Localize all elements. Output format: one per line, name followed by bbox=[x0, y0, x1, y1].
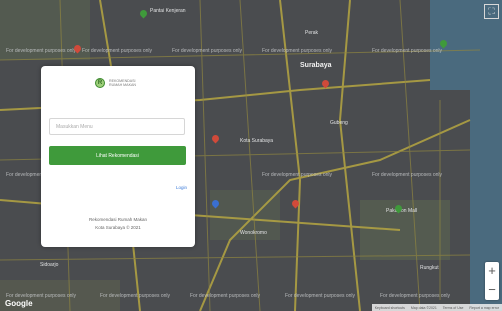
watermark-text: For development purposes only bbox=[262, 48, 333, 54]
zoom-out-button[interactable]: − bbox=[485, 281, 499, 300]
watermark-text: For development purposes only bbox=[6, 48, 77, 54]
watermark-text: For development purposes only bbox=[100, 293, 171, 299]
map-footer: Keyboard shortcuts Map data ©2021 Terms … bbox=[371, 304, 502, 311]
watermark-text: For development purposes only bbox=[285, 293, 356, 299]
footer-title: Rekomendasi Rumah Makan bbox=[88, 217, 148, 222]
watermark-text: For development purposes only bbox=[372, 48, 443, 54]
recommendation-button[interactable]: Lihat Rekomendasi bbox=[49, 146, 186, 165]
logo-icon: R bbox=[95, 78, 105, 88]
place-label: Gubeng bbox=[330, 120, 348, 126]
google-logo: Google bbox=[5, 299, 33, 308]
footer-copyright: Kota Surabaya © 2021 bbox=[95, 225, 141, 230]
place-label: Wonokromo bbox=[240, 230, 267, 236]
logo-text: REKOMENDASI RUMAH MAKAN bbox=[109, 79, 136, 88]
watermark-text: For development purposes only bbox=[82, 48, 153, 54]
watermark-text: For development purposes only bbox=[172, 48, 243, 54]
panel-footer: Rekomendasi Rumah Makan Kota Surabaya © … bbox=[41, 216, 195, 232]
map-view[interactable]: For development purposes only For develo… bbox=[0, 0, 502, 311]
login-link[interactable]: Login bbox=[176, 185, 187, 190]
watermark-text: For development purposes only bbox=[262, 172, 333, 178]
city-label: Surabaya bbox=[300, 62, 332, 69]
place-label: Sidoarjo bbox=[40, 262, 59, 268]
watermark-text: For development purposes only bbox=[380, 293, 451, 299]
zoom-control: + − bbox=[485, 262, 499, 300]
footer-item: Map data ©2021 bbox=[410, 305, 437, 310]
zoom-in-button[interactable]: + bbox=[485, 262, 499, 281]
place-label: Pantai Kenjeran bbox=[150, 8, 186, 14]
footer-item[interactable]: Terms of Use bbox=[443, 306, 464, 310]
place-label: Perak bbox=[305, 30, 319, 36]
watermark-text: For development purposes only bbox=[190, 293, 261, 299]
footer-item[interactable]: Report a map error bbox=[469, 306, 499, 310]
app-logo: R REKOMENDASI RUMAH MAKAN bbox=[95, 78, 136, 88]
fullscreen-icon[interactable]: ⛶ bbox=[484, 4, 499, 19]
recommendation-panel: R REKOMENDASI RUMAH MAKAN Lihat Rekomend… bbox=[41, 66, 195, 247]
logo-line2: RUMAH MAKAN bbox=[109, 83, 136, 87]
place-label: Kota Surabaya bbox=[240, 138, 274, 144]
footer-item[interactable]: Keyboard shortcuts bbox=[375, 306, 405, 310]
place-label: Rungkut bbox=[420, 265, 439, 271]
watermark-text: For development purposes only bbox=[372, 172, 443, 178]
menu-search-input[interactable] bbox=[49, 118, 185, 135]
